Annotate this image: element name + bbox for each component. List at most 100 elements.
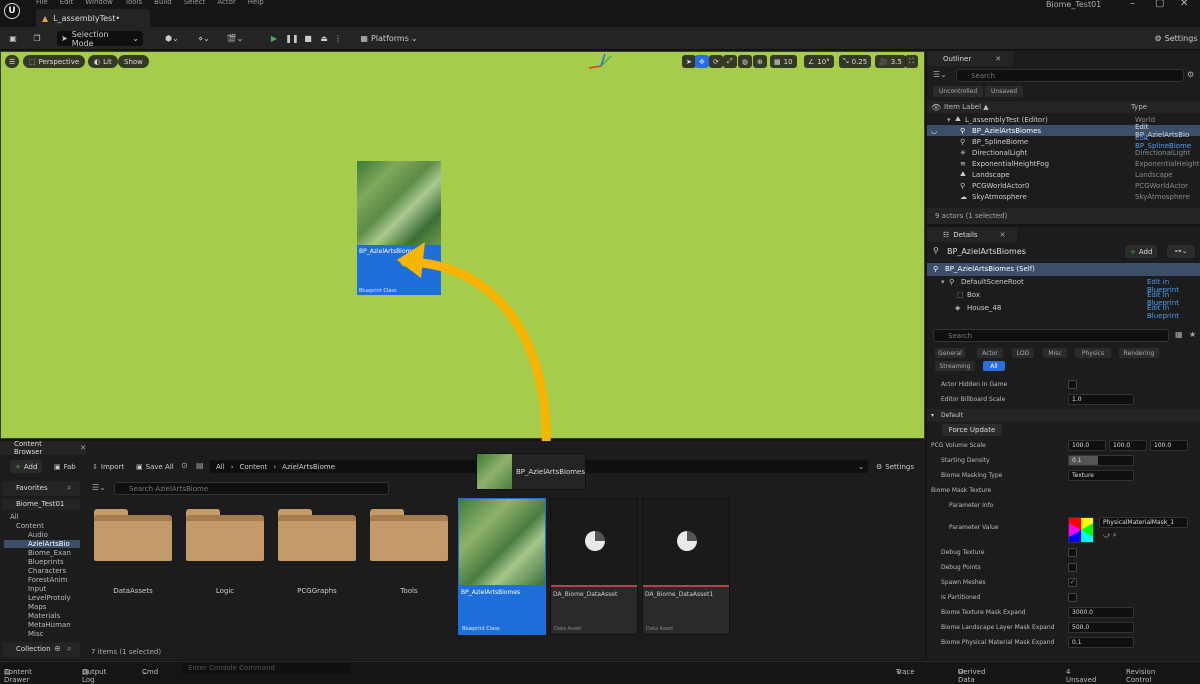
component-row[interactable]: ▾ ⚲ DefaultSceneRoot Edit in Blueprint <box>927 276 1200 294</box>
import-button[interactable]: ⇩ Import <box>92 460 124 473</box>
menu-window[interactable]: Window <box>85 0 113 6</box>
tree-item[interactable]: Characters <box>4 567 80 575</box>
unsaved-chip[interactable]: Unsaved <box>985 86 1024 97</box>
texture-mask-expand-input[interactable]: 3000.0 <box>1068 607 1134 618</box>
close-icon[interactable]: ✕ <box>1000 231 1006 239</box>
menu-help[interactable]: Help <box>248 0 264 6</box>
spawn-meshes-checkbox-checked[interactable]: ✓ <box>1068 578 1077 587</box>
asset-data-asset[interactable]: DA_Biome_DataAsset1 Data Asset <box>642 498 730 635</box>
tree-item[interactable]: LevelProtoly <box>4 594 80 602</box>
maximize-viewport-icon[interactable]: ⛶ <box>905 55 918 68</box>
asset-data-asset[interactable]: DA_Biome_DataAsset Data Asset <box>550 498 638 635</box>
filter-icon[interactable]: ☰⌄ <box>92 483 106 492</box>
selection-mode-dropdown[interactable]: ➤ Selection Mode ⌄ <box>57 30 143 48</box>
uncontrolled-chip[interactable]: Uncontrolled <box>933 86 984 97</box>
actor-hidden-checkbox[interactable] <box>1068 380 1077 389</box>
outliner-row[interactable]: ☁ SkyAtmosphere SkyAtmosphere <box>927 191 1200 202</box>
play-icon[interactable]: ▶ <box>268 31 280 46</box>
close-icon[interactable]: ✕ <box>1180 0 1188 9</box>
folder-logic[interactable] <box>186 509 264 561</box>
outliner-row[interactable]: ⛰ Landscape Landscape <box>927 169 1200 180</box>
texture-thumbnail[interactable] <box>1068 517 1094 543</box>
tab-content-browser[interactable]: Content Browser ✕ <box>0 440 86 456</box>
settings-button[interactable]: ⚙ Settings <box>876 460 914 473</box>
debug-texture-checkbox[interactable] <box>1068 548 1077 557</box>
content-icon[interactable]: ❐ <box>30 31 44 46</box>
masking-type-dropdown[interactable]: Texture <box>1068 470 1134 481</box>
level-viewport[interactable]: ☰ ⬚ Perspective ◐ Lit Show ➤ ✥ ⟳ ⤢ ◍ ⊕ ▦… <box>0 51 925 489</box>
is-partitioned-checkbox[interactable] <box>1068 593 1077 602</box>
perspective-button[interactable]: ⬚ Perspective <box>23 55 86 68</box>
filter-tab-misc[interactable]: Misc <box>1043 348 1067 358</box>
details-search-input[interactable]: Search <box>933 329 1169 342</box>
menu-actor[interactable]: Actor <box>217 0 235 6</box>
tree-item[interactable]: Maps <box>4 603 80 611</box>
lit-button[interactable]: ◐ Lit <box>88 55 118 68</box>
breadcrumb-all[interactable]: All <box>216 463 225 471</box>
filter-tab-general[interactable]: General <box>935 348 965 358</box>
cinematics-icon[interactable]: 🎬⌄ <box>225 31 245 46</box>
scale-tool-icon[interactable]: ⤢ <box>723 55 737 68</box>
tree-item[interactable]: ForestAnim <box>4 576 80 584</box>
rotate-tool-icon[interactable]: ⟳ <box>709 55 723 68</box>
asset-blueprint-selected[interactable]: BP_AzielArtsBiomes Blueprint Class <box>458 498 546 635</box>
pause-icon[interactable]: ❚❚ <box>285 31 298 46</box>
force-update-button[interactable]: Force Update <box>942 424 1002 436</box>
debug-points-checkbox[interactable] <box>1068 563 1077 572</box>
column-item-label[interactable]: Item Label ▲ <box>944 103 989 111</box>
tab-details[interactable]: ☷ Details ✕ <box>927 227 1018 242</box>
close-icon[interactable]: ✕ <box>995 55 1001 63</box>
browse-icon[interactable]: ⤻ ⌕ <box>1103 531 1117 540</box>
edit-in-blueprint-link[interactable]: Edit in Blueprint <box>1147 304 1200 320</box>
outliner-row[interactable]: ⚲ BP_SplineBiome Edit BP_SplineBiome <box>927 134 1200 150</box>
stop-icon[interactable]: ■ <box>302 31 314 46</box>
chevron-down-icon[interactable]: ⌄ <box>858 463 864 471</box>
tree-item[interactable]: Input <box>4 585 80 593</box>
fab-button[interactable]: ▣ Fab <box>54 460 76 473</box>
unreal-logo-icon[interactable]: U <box>4 3 20 19</box>
add-button[interactable]: + Add <box>10 460 43 473</box>
folder-pcggraphs[interactable] <box>278 509 356 561</box>
add-component-button[interactable]: + Add <box>1125 245 1158 258</box>
column-type[interactable]: Type <box>1131 103 1147 111</box>
filter-tab-physics[interactable]: Physics <box>1075 348 1111 358</box>
billboard-scale-input[interactable]: 1.0 <box>1068 394 1134 405</box>
menu-tools[interactable]: Tools <box>125 0 142 6</box>
grid-view-icon[interactable]: ▦ <box>1175 330 1183 339</box>
filter-tab-all[interactable]: All <box>983 361 1005 371</box>
star-icon[interactable]: ★ <box>1189 330 1196 339</box>
more-options-icon[interactable]: ⋮ <box>334 31 342 46</box>
filter-tab-actor[interactable]: Actor <box>977 348 1003 358</box>
tree-item-selected[interactable]: AzielArtsBio <box>4 540 80 548</box>
close-icon[interactable]: ✕ <box>80 444 86 452</box>
select-tool-icon[interactable]: ➤ <box>682 55 696 68</box>
tree-item[interactable]: MetaHuman <box>4 621 80 629</box>
save-all-button[interactable]: ▣ Save All <box>136 460 174 473</box>
menu-select[interactable]: Select <box>184 0 206 6</box>
menu-edit[interactable]: Edit <box>60 0 74 6</box>
pcg-scale-y-input[interactable]: 100.0 <box>1109 440 1147 451</box>
console-input[interactable]: Enter Console Command <box>182 663 350 674</box>
folder-dataassets[interactable] <box>94 509 172 561</box>
project-section[interactable]: Biome_Test01 <box>2 499 80 510</box>
visibility-icon[interactable]: ◡ <box>931 127 937 135</box>
eject-icon[interactable]: ⏏ <box>318 31 330 46</box>
section-default[interactable]: ▾ Default <box>927 409 1200 422</box>
component-row[interactable]: ◈ House_48 Edit in Blueprint <box>927 302 1200 320</box>
outliner-search-input[interactable]: Search <box>956 69 1184 82</box>
menu-file[interactable]: File <box>36 0 48 6</box>
outliner-row[interactable]: ≋ ExponentialHeightFog ExponentialHeight… <box>927 158 1200 169</box>
filter-icon[interactable]: ☰⌄ <box>933 70 947 79</box>
outliner-row[interactable]: ⚲ PCGWorldActor0 PCGWorldActor <box>927 180 1200 191</box>
scale-snap-button[interactable]: ⤡ 0.25 <box>839 55 872 68</box>
folder-tools[interactable] <box>370 509 448 561</box>
tree-item[interactable]: Content <box>4 522 80 530</box>
tree-item[interactable]: Blueprints <box>4 558 80 566</box>
pcg-scale-z-input[interactable]: 100.0 <box>1150 440 1188 451</box>
tree-item[interactable]: Materials <box>4 612 80 620</box>
pcg-scale-x-input[interactable]: 100.0 <box>1068 440 1106 451</box>
angle-snap-button[interactable]: ∠ 10° <box>804 55 834 68</box>
maximize-icon[interactable]: ▢ <box>1155 0 1164 9</box>
tree-item[interactable]: All <box>4 513 80 521</box>
minimize-icon[interactable]: – <box>1130 0 1135 9</box>
